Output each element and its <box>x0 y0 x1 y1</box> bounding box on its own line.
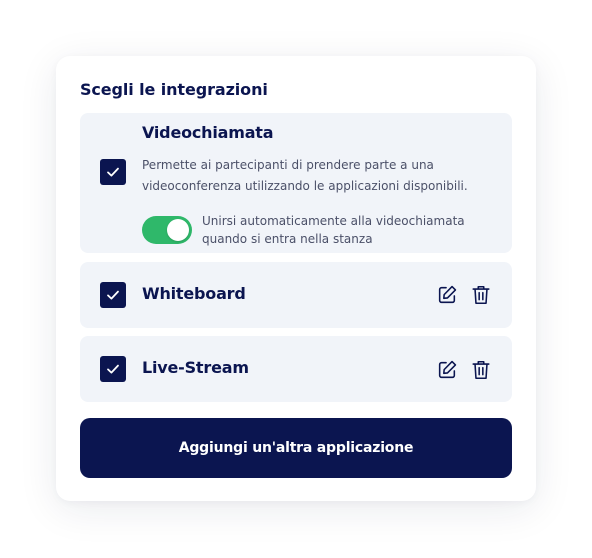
check-icon <box>107 167 119 177</box>
integration-panel-live-stream: Live-Stream <box>80 336 512 402</box>
auto-join-toggle[interactable] <box>142 216 192 244</box>
integration-panel-videochiamata: Videochiamata Permette ai partecipanti d… <box>80 113 512 253</box>
integrations-card: Scegli le integrazioni Videochiamata Per… <box>56 56 536 501</box>
add-application-button[interactable]: Aggiungi un'altra applicazione <box>80 418 512 478</box>
integration-name: Whiteboard <box>142 284 246 303</box>
integration-name: Live-Stream <box>142 358 249 377</box>
whiteboard-checkbox[interactable] <box>100 282 126 308</box>
toggle-knob <box>167 219 189 241</box>
videochiamata-checkbox[interactable] <box>100 159 126 185</box>
trash-icon[interactable] <box>469 358 493 382</box>
edit-icon[interactable] <box>435 283 459 307</box>
check-icon <box>107 290 119 300</box>
check-icon <box>107 364 119 374</box>
trash-icon[interactable] <box>469 283 493 307</box>
live-stream-checkbox[interactable] <box>100 356 126 382</box>
integration-name: Videochiamata <box>142 123 274 142</box>
auto-join-label: Unirsi automaticamente alla videochiamat… <box>202 214 465 246</box>
edit-icon[interactable] <box>435 358 459 382</box>
integration-description: Permette ai partecipanti di prendere par… <box>142 158 468 193</box>
section-title: Scegli le integrazioni <box>80 80 268 99</box>
integration-panel-whiteboard: Whiteboard <box>80 262 512 328</box>
